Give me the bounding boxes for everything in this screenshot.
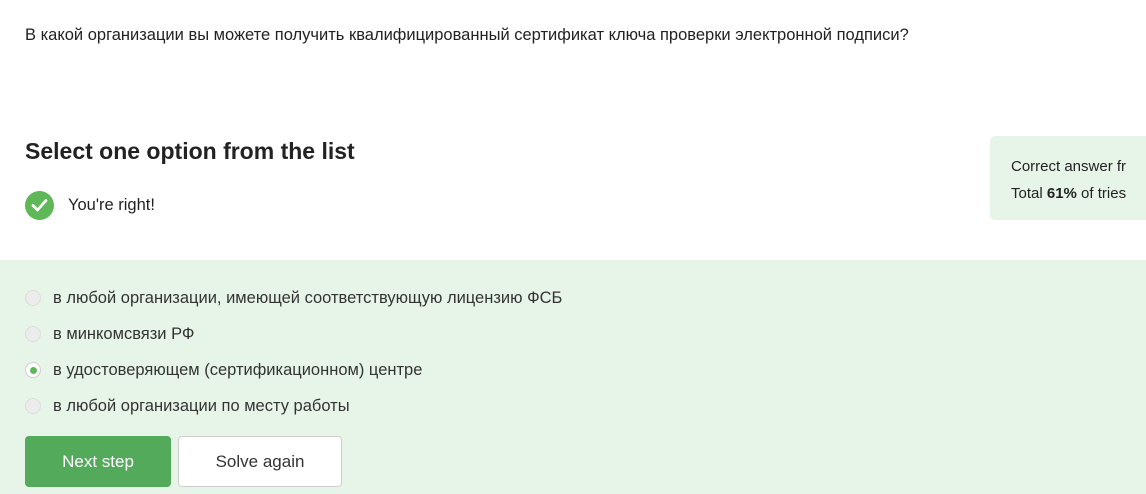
option-label: в любой организации по месту работы (53, 396, 350, 415)
stats-total-prefix: Total (1011, 185, 1047, 202)
feedback-text: You're right! (68, 195, 155, 214)
stats-total-suffix: of tries (1076, 185, 1127, 202)
stats-panel: Correct answer fr Total 61% of tries (990, 136, 1146, 220)
radio-button-selected[interactable] (25, 362, 41, 378)
option-1[interactable]: в любой организации, имеющей соответству… (25, 280, 562, 316)
check-circle-icon (25, 190, 54, 220)
action-buttons: Next step Solve again (25, 436, 342, 487)
next-step-button[interactable]: Next step (25, 436, 171, 487)
feedback-message: You're right! (25, 190, 155, 220)
solve-again-button[interactable]: Solve again (178, 436, 342, 487)
stats-total-value: 61% (1046, 185, 1077, 202)
stats-line-1: Correct answer fr (1011, 158, 1127, 175)
option-2[interactable]: в минкомсвязи РФ (25, 316, 562, 352)
option-label: в удостоверяющем (сертификационном) цент… (53, 360, 423, 379)
option-label: в любой организации, имеющей соответству… (53, 288, 563, 307)
options-list: в любой организации, имеющей соответству… (25, 280, 562, 424)
radio-button[interactable] (25, 398, 41, 414)
radio-button[interactable] (25, 290, 41, 306)
answer-area: в любой организации, имеющей соответству… (0, 260, 1146, 494)
task-title: Select one option from the list (25, 138, 355, 164)
quiz-page: В какой организации вы можете получить к… (0, 0, 1146, 494)
radio-dot-icon (29, 366, 37, 374)
stats-line-2: Total 61% of tries (1011, 180, 1146, 207)
option-3[interactable]: в удостоверяющем (сертификационном) цент… (25, 352, 562, 388)
question-text: В какой организации вы можете получить к… (25, 26, 909, 44)
option-4[interactable]: в любой организации по месту работы (25, 388, 562, 424)
option-label: в минкомсвязи РФ (53, 324, 195, 343)
radio-button[interactable] (25, 326, 41, 342)
